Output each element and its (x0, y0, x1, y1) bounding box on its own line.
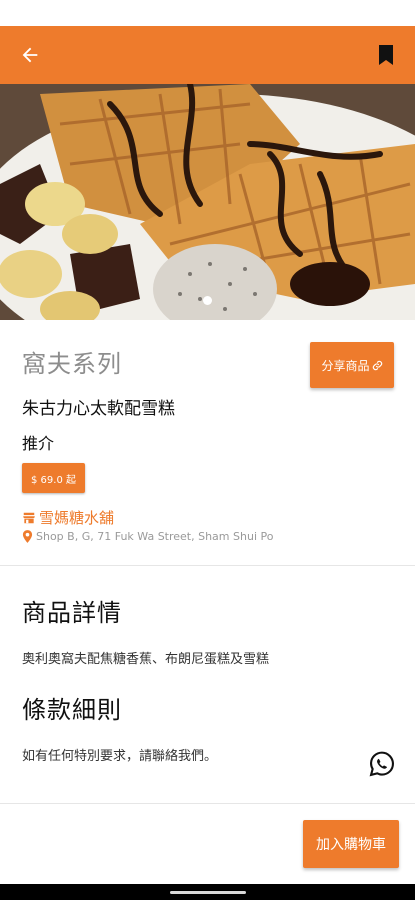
product-name: 朱古力心太軟配雪糕 (22, 399, 175, 419)
home-gesture-handle[interactable] (170, 891, 246, 894)
arrow-left-icon (22, 47, 38, 63)
bookmark-button[interactable] (371, 40, 401, 70)
share-button[interactable]: 分享商品 (310, 342, 394, 388)
whatsapp-icon (369, 751, 394, 777)
back-button[interactable] (12, 38, 48, 72)
app-bar (0, 26, 415, 84)
product-tag: 推介 (22, 434, 55, 453)
whatsapp-button[interactable] (368, 750, 396, 778)
shop-address: Shop B, G, 71 Fuk Wa Street, Sham Shui P… (22, 530, 273, 543)
link-icon (372, 360, 382, 370)
price-badge: $ 69.0 起 (22, 463, 85, 493)
bookmark-icon (379, 45, 393, 65)
product-image[interactable] (0, 84, 415, 320)
product-photo (0, 84, 415, 320)
section-divider (0, 565, 415, 566)
shop-link[interactable]: 雪媽糖水舖 (22, 507, 114, 528)
details-text: 奧利奧窩夫配焦糖香蕉、布朗尼蛋糕及雪糕 (22, 652, 270, 667)
image-pager (0, 296, 415, 305)
pager-dot-active (203, 296, 212, 305)
store-icon (23, 512, 35, 523)
footer-divider (0, 803, 415, 804)
share-label: 分享商品 (321, 358, 370, 373)
add-to-cart-button[interactable]: 加入購物車 (303, 820, 399, 868)
status-bar (0, 0, 415, 26)
terms-title: 條款細則 (22, 696, 122, 724)
details-title: 商品詳情 (22, 599, 122, 627)
address-text: Shop B, G, 71 Fuk Wa Street, Sham Shui P… (36, 530, 274, 543)
shop-name: 雪媽糖水舖 (39, 509, 115, 527)
terms-text: 如有任何特別要求，請聯絡我們。 (22, 749, 218, 764)
location-pin-icon (22, 530, 33, 543)
product-category: 窩夫系列 (22, 350, 122, 378)
